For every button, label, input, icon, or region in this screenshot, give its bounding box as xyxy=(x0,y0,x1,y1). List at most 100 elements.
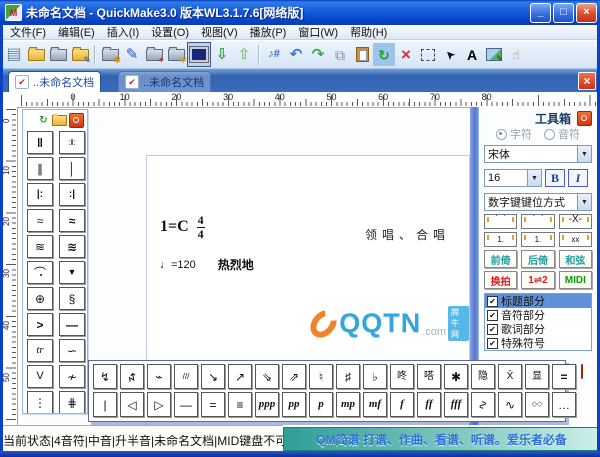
symbol-button[interactable]: ♯ xyxy=(336,364,360,389)
symbol-button[interactable]: … xyxy=(552,392,576,417)
transpose-icon[interactable]: ♪# xyxy=(263,43,285,66)
palette-close-icon[interactable] xyxy=(581,364,583,379)
checklist-item[interactable]: ✔特殊符号 xyxy=(485,336,591,350)
image-edit-icon[interactable] xyxy=(483,43,505,66)
symbol-button[interactable]: = xyxy=(552,364,576,389)
toolbox-button[interactable]: 换拍 xyxy=(484,271,517,289)
symbol-button[interactable]: mp xyxy=(336,392,360,417)
symbol-button[interactable]: ⋕ xyxy=(59,391,85,414)
symbol-button[interactable]: :| xyxy=(59,183,85,206)
symbol-button[interactable]: ◇◇ xyxy=(525,392,549,417)
symbol-button[interactable]: ∿ xyxy=(471,392,495,417)
toolbox-button[interactable]: 和弦 xyxy=(559,250,592,268)
export-icon[interactable]: ⇧ xyxy=(233,43,255,66)
symbol-button[interactable]: 嗒 xyxy=(417,364,441,389)
symbol-button[interactable]: ff xyxy=(417,392,441,417)
symbol-button[interactable]: ≋ xyxy=(59,235,85,258)
symbol-button[interactable]: > xyxy=(27,313,53,336)
symbol-button[interactable]: ≈ xyxy=(59,209,85,232)
font-select[interactable]: 宋体 ▼ xyxy=(484,145,592,163)
symbol-button[interactable]: X̄ xyxy=(498,364,522,389)
edit-pencil-icon[interactable]: ✎ xyxy=(121,43,143,66)
checkbox-icon[interactable]: ✔ xyxy=(487,324,498,335)
palette-refresh-icon[interactable]: ↻ xyxy=(37,114,50,127)
italic-button[interactable]: I xyxy=(568,169,588,187)
minimize-button[interactable]: _ xyxy=(530,3,551,23)
toolbox-symbol-button[interactable]: -X- xyxy=(559,214,592,229)
checkbox-icon[interactable]: ✔ xyxy=(487,338,498,349)
symbol-button[interactable]: — xyxy=(174,392,198,417)
new-document-icon[interactable]: ▤ xyxy=(3,43,25,66)
pan-hand-icon[interactable]: ☝ xyxy=(505,43,527,66)
palette-close-icon[interactable] xyxy=(69,113,84,128)
checkbox-icon[interactable]: ✔ xyxy=(487,310,498,321)
toolbox-symbol-button[interactable]: 1. xyxy=(521,232,554,247)
paste-icon[interactable] xyxy=(351,43,373,66)
radio-selected[interactable]: 字符 xyxy=(496,126,532,142)
select-rect-icon[interactable] xyxy=(417,43,439,66)
document-tab[interactable]: ✔..未命名文档 xyxy=(8,71,101,92)
symbol-button[interactable]: mf xyxy=(363,392,387,417)
print-icon[interactable]: ⇩ xyxy=(211,43,233,66)
symbol-button[interactable]: ppp xyxy=(255,392,279,417)
font-size-select[interactable]: 16 ▼ xyxy=(484,169,542,187)
save-as-icon[interactable]: ✎ xyxy=(69,43,91,66)
close-button[interactable]: × xyxy=(576,3,597,23)
symbol-button[interactable]: = xyxy=(201,392,225,417)
symbol-button[interactable]: pp xyxy=(282,392,306,417)
symbol-button[interactable]: ≁ xyxy=(59,365,85,388)
symbol-button[interactable]: p xyxy=(309,392,333,417)
text-tool-icon[interactable]: A xyxy=(461,43,483,66)
symbol-button[interactable]: ∿ xyxy=(498,392,522,417)
menu-item[interactable]: 文件(F) xyxy=(4,24,52,40)
symbol-button[interactable]: │ xyxy=(59,157,85,180)
symbol-button[interactable]: ↯ xyxy=(93,364,117,389)
menu-item[interactable]: 帮助(H) xyxy=(344,24,393,40)
toolbox-button[interactable]: 1⇌2 xyxy=(521,271,554,289)
symbol-button[interactable]: V xyxy=(27,365,53,388)
symbol-button[interactable]: ♮ xyxy=(309,364,333,389)
palette-folder-icon[interactable] xyxy=(52,115,67,126)
menu-item[interactable]: 设置(O) xyxy=(145,24,195,40)
menu-item[interactable]: 播放(P) xyxy=(244,24,293,40)
symbol-button[interactable]: ∽ xyxy=(59,339,85,362)
tools-icon[interactable]: ✦ xyxy=(143,43,165,66)
key-mode-select[interactable]: 数字键键位方式 ▼ xyxy=(484,193,592,211)
checklist-item[interactable]: ✔歌词部分 xyxy=(485,322,591,336)
symbol-button[interactable]: ≡ xyxy=(228,392,252,417)
symbol-button[interactable]: ⇘ xyxy=(255,364,279,389)
radio-option[interactable]: 音符 xyxy=(544,126,580,142)
refresh-icon[interactable]: ↻ xyxy=(373,43,395,66)
symbol-button[interactable]: tr xyxy=(27,339,53,362)
toolbox-button[interactable]: 前倚 xyxy=(484,250,517,268)
score-settings-icon[interactable]: ✱ xyxy=(99,43,121,66)
symbol-button[interactable]: |: xyxy=(27,183,53,206)
symbol-button[interactable]: | xyxy=(93,392,117,417)
checklist-item[interactable]: ✔标题部分 xyxy=(485,294,591,308)
symbol-button[interactable]: f xyxy=(390,392,414,417)
symbol-button[interactable]: ↗ xyxy=(228,364,252,389)
symbol-button[interactable]: 咚 xyxy=(390,364,414,389)
maximize-button[interactable]: □ xyxy=(553,3,574,23)
undo-icon[interactable]: ↶ xyxy=(285,43,307,66)
symbol-button[interactable]: ⊕ xyxy=(27,287,53,310)
menu-item[interactable]: 视图(V) xyxy=(195,24,244,40)
tab-close-button[interactable]: × xyxy=(578,72,596,90)
symbol-button[interactable]: fff xyxy=(444,392,468,417)
symbol-button[interactable]: — xyxy=(59,313,85,336)
toolbox-symbol-button[interactable]: ⌒ xyxy=(521,214,554,229)
toolbox-close-icon[interactable] xyxy=(577,111,592,126)
symbol-button[interactable]: ⋮ xyxy=(27,391,53,414)
document-tab[interactable]: ✔..未命名文档 xyxy=(118,71,211,92)
symbol-button[interactable]: § xyxy=(59,287,85,310)
symbol-button[interactable]: ♭ xyxy=(363,364,387,389)
save-icon[interactable] xyxy=(47,43,69,66)
symbol-button[interactable]: ≈ xyxy=(27,209,53,232)
delete-icon[interactable]: × xyxy=(395,43,417,66)
config-icon[interactable]: ✲ xyxy=(165,43,187,66)
symbol-button[interactable]: ⌁ xyxy=(147,364,171,389)
symbol-button[interactable]: ≋ xyxy=(27,235,53,258)
menu-item[interactable]: 编辑(E) xyxy=(52,24,101,40)
menu-item[interactable]: 插入(I) xyxy=(101,24,145,40)
toolbox-button[interactable]: 后倚 xyxy=(521,250,554,268)
